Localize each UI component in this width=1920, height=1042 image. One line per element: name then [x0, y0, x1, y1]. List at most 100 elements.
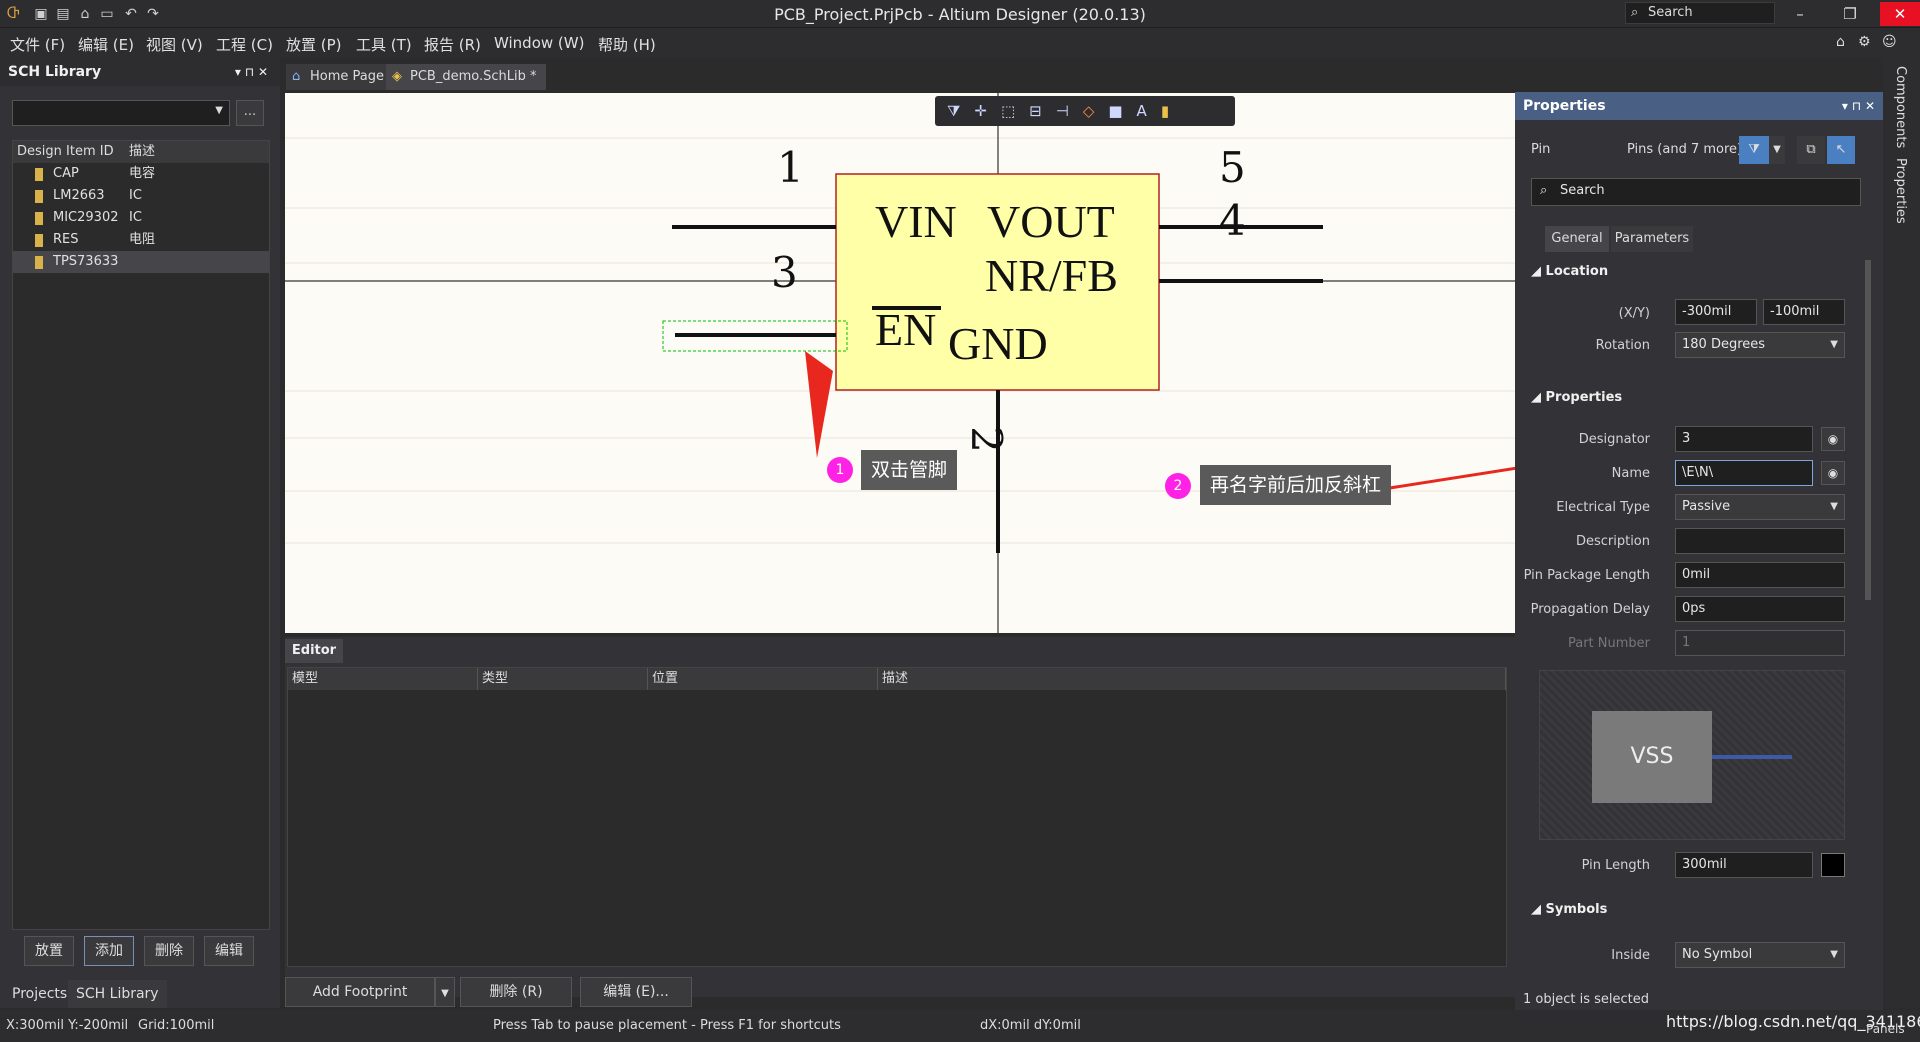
filter-icon[interactable]: ⧩: [947, 102, 974, 120]
text-icon[interactable]: A: [1137, 102, 1161, 120]
pin-preview: VSS: [1539, 670, 1845, 840]
minimize-button[interactable]: –: [1780, 2, 1820, 26]
editor-title: Editor: [285, 639, 343, 663]
properties-title: Properties ▾ ⊓ ✕: [1515, 92, 1883, 120]
tab-sch-library[interactable]: SCH Library: [68, 980, 167, 1008]
library-browse-button[interactable]: ...: [236, 100, 264, 126]
delete-button[interactable]: 删除: [144, 936, 194, 966]
add-button[interactable]: 添加: [84, 936, 134, 966]
tab-properties[interactable]: Properties: [1893, 158, 1908, 224]
y-field[interactable]: -100mil: [1763, 299, 1845, 325]
table-row[interactable]: LM2663 IC: [13, 185, 269, 207]
rect-icon[interactable]: ■: [1108, 102, 1136, 120]
erase-icon[interactable]: ◇: [1083, 102, 1109, 120]
library-filter-combo[interactable]: ▼: [12, 100, 230, 126]
properties-scrollbar[interactable]: [1865, 260, 1871, 600]
tab-components[interactable]: Components: [1893, 66, 1908, 148]
propagation-delay-field[interactable]: 0ps: [1675, 596, 1845, 622]
place-button[interactable]: 放置: [24, 936, 74, 966]
select-mask-icon[interactable]: ⧉: [1797, 136, 1825, 164]
name-field[interactable]: \E\N\: [1675, 460, 1813, 486]
close-button[interactable]: ✕: [1880, 2, 1920, 26]
x-field[interactable]: -300mil: [1675, 299, 1757, 325]
pointer-icon[interactable]: ↖: [1827, 136, 1855, 164]
side-panel-tabs: Components Properties: [1883, 58, 1920, 1008]
align-icon[interactable]: ⊟: [1029, 102, 1056, 120]
pin-package-length-field[interactable]: 0mil: [1675, 562, 1845, 588]
col-location[interactable]: 位置: [648, 668, 878, 690]
move-icon[interactable]: ✛: [974, 102, 1001, 120]
object-type: Pin: [1531, 142, 1551, 157]
table-row[interactable]: RES 电阻: [13, 229, 269, 251]
designator-field[interactable]: 3: [1675, 426, 1813, 452]
menu-reports[interactable]: 报告 (R): [424, 34, 481, 55]
maximize-button[interactable]: ❐: [1830, 2, 1870, 26]
col-description[interactable]: 描述: [129, 141, 155, 163]
pin-color-swatch[interactable]: [1821, 853, 1845, 877]
section-location[interactable]: ◢ Location: [1531, 264, 1608, 279]
gear-icon[interactable]: ⚙: [1858, 34, 1871, 50]
add-footprint-button[interactable]: Add Footprint: [285, 977, 435, 1007]
chevron-down-icon[interactable]: ▼: [1769, 136, 1785, 164]
menu-bar: 文件 (F) 编辑 (E) 视图 (V) 工程 (C) 放置 (P) 工具 (T…: [0, 28, 1920, 58]
menu-place[interactable]: 放置 (P): [286, 34, 342, 55]
label-en: EN: [875, 304, 937, 355]
panels-button[interactable]: Panels: [1866, 1022, 1905, 1036]
schematic-canvas[interactable]: 1 5 4 3 2 VIN VOUT NR/FB EN GND ⧩✛⬚⊟⊣◇■A…: [285, 93, 1515, 633]
edit-model-button[interactable]: 编辑 (E)...: [580, 977, 692, 1007]
menu-file[interactable]: 文件 (F): [10, 34, 65, 55]
tab-home-page[interactable]: ⌂ Home Page: [286, 64, 394, 90]
table-row-selected[interactable]: TPS73633: [13, 251, 269, 273]
user-icon[interactable]: ☺: [1882, 34, 1897, 50]
inside-symbol-select[interactable]: No Symbol ▼: [1675, 942, 1845, 968]
label-rotation: Rotation: [1595, 338, 1650, 353]
col-model[interactable]: 模型: [288, 668, 478, 690]
select-icon[interactable]: ⬚: [1001, 102, 1029, 120]
annotation-badge-1: 1: [827, 457, 853, 483]
section-symbols[interactable]: ◢ Symbols: [1531, 902, 1607, 917]
label-name: Name: [1611, 466, 1650, 481]
add-footprint-dropdown[interactable]: ▼: [435, 977, 455, 1007]
schematic-drawing[interactable]: [285, 93, 1515, 633]
part-icon[interactable]: ▮: [1161, 102, 1183, 120]
menu-view[interactable]: 视图 (V): [146, 34, 203, 55]
electrical-type-select[interactable]: Passive ▼: [1675, 494, 1845, 520]
pin-length-field[interactable]: 300mil: [1675, 852, 1813, 878]
chevron-down-icon: ▼: [1830, 501, 1838, 512]
menu-tools[interactable]: 工具 (T): [356, 34, 412, 55]
tab-projects[interactable]: Projects: [4, 980, 75, 1008]
menu-help[interactable]: 帮助 (H): [598, 34, 656, 55]
tab-schlib[interactable]: ◈ PCB_demo.SchLib *: [386, 64, 547, 90]
menu-project[interactable]: 工程 (C): [216, 34, 273, 55]
table-row[interactable]: MIC29302 IC: [13, 207, 269, 229]
edit-button[interactable]: 编辑: [204, 936, 254, 966]
arrow-1: [805, 351, 833, 458]
chevron-down-icon: ▼: [1830, 339, 1838, 350]
tab-parameters[interactable]: Parameters: [1611, 226, 1693, 252]
tab-general[interactable]: General: [1545, 226, 1609, 252]
label-inside: Inside: [1611, 948, 1650, 963]
col-description[interactable]: 描述: [878, 668, 1506, 690]
visibility-eye-icon[interactable]: ◉: [1821, 461, 1845, 485]
properties-search-input[interactable]: ⌕ Search: [1531, 178, 1861, 206]
menu-edit[interactable]: 编辑 (E): [78, 34, 134, 55]
visibility-eye-icon[interactable]: ◉: [1821, 427, 1845, 451]
panel-controls-icon[interactable]: ▾ ⊓ ✕: [1842, 92, 1875, 120]
home-icon[interactable]: ⌂: [1836, 34, 1845, 50]
chevron-down-icon: ▼: [441, 988, 449, 999]
filter-icon[interactable]: ⧩: [1739, 136, 1769, 164]
col-design-item-id[interactable]: Design Item ID: [17, 141, 114, 163]
section-properties[interactable]: ◢ Properties: [1531, 390, 1622, 405]
table-row[interactable]: CAP 电容: [13, 163, 269, 185]
panel-controls-icon[interactable]: ▾ ⊓ ✕: [235, 58, 268, 86]
label-part-number: Part Number: [1567, 636, 1650, 651]
rotation-select[interactable]: 180 Degrees ▼: [1675, 332, 1845, 358]
menu-window[interactable]: Window (W): [494, 34, 584, 52]
component-icon: [35, 234, 43, 247]
col-type[interactable]: 类型: [478, 668, 648, 690]
pin-icon[interactable]: ⊣: [1056, 102, 1083, 120]
delete-model-button[interactable]: 删除 (R): [460, 977, 572, 1007]
search-placeholder: Search: [1560, 183, 1605, 198]
description-field[interactable]: [1675, 528, 1845, 554]
global-search-input[interactable]: ⌕ Search: [1625, 2, 1775, 24]
